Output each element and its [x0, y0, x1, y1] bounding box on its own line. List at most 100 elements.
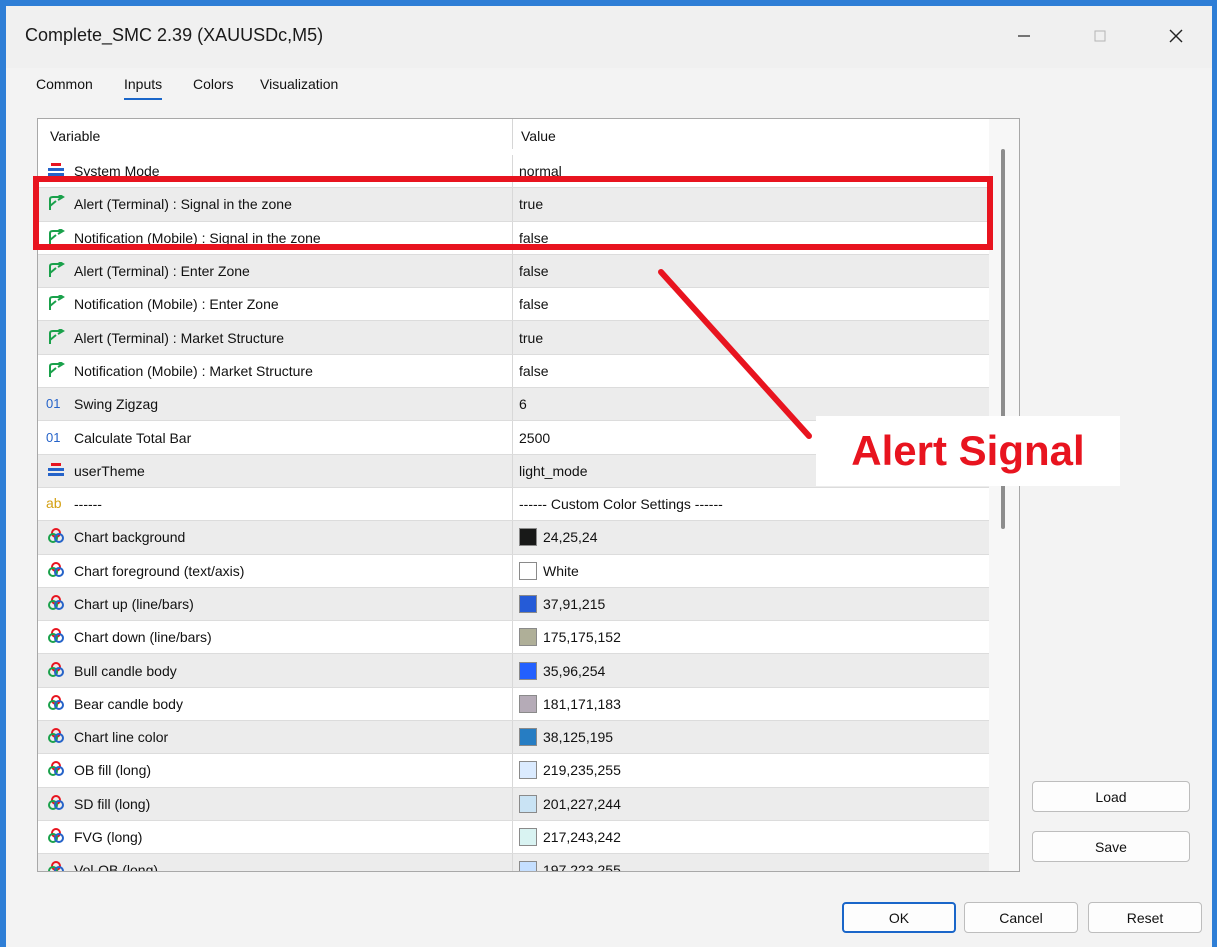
value-text: 181,171,183	[543, 695, 621, 712]
variable-name: Notification (Mobile) : Enter Zone	[74, 296, 279, 313]
value-cell[interactable]: false	[513, 288, 989, 320]
value-cell[interactable]: White	[513, 555, 989, 587]
value-text: 175,175,152	[543, 629, 621, 646]
value-cell[interactable]: 38,125,195	[513, 721, 989, 753]
color-swatch[interactable]	[519, 728, 537, 747]
table-row[interactable]: Chart background 24,25,24	[38, 521, 989, 555]
tab-visualization[interactable]: Visualization	[260, 76, 338, 92]
variable-cell: Chart background	[38, 521, 513, 554]
bool-icon	[46, 360, 66, 380]
color-swatch[interactable]	[519, 861, 537, 871]
color-icon	[46, 861, 66, 871]
value-cell[interactable]: true	[513, 321, 989, 353]
variable-name: Bull candle body	[74, 662, 177, 679]
value-cell[interactable]: 201,227,244	[513, 788, 989, 820]
highlight-box	[33, 176, 993, 250]
value-cell[interactable]: 219,235,255	[513, 754, 989, 786]
grid-rows: System Mode normal Alert (Terminal) : Sign…	[38, 155, 989, 872]
value-text: 6	[519, 396, 527, 413]
table-row[interactable]: Chart foreground (text/axis) White	[38, 554, 989, 588]
variable-cell: Notification (Mobile) : Market Structure	[38, 354, 513, 388]
close-button[interactable]	[1146, 14, 1206, 58]
color-icon	[46, 728, 66, 746]
column-header-variable[interactable]: Variable	[50, 128, 100, 144]
value-text: light_mode	[519, 462, 588, 479]
color-swatch[interactable]	[519, 828, 537, 847]
variable-cell: FVG (long)	[38, 820, 513, 854]
value-cell[interactable]: false	[513, 355, 989, 387]
value-text: 35,96,254	[543, 662, 606, 679]
variable-name: SD fill (long)	[74, 795, 151, 812]
variable-cell: ab ------	[38, 487, 513, 521]
vertical-scrollbar[interactable]	[989, 119, 1019, 871]
save-button[interactable]: Save	[1032, 831, 1190, 862]
table-row[interactable]: Chart line color 38,125,195	[38, 721, 989, 755]
minimize-button[interactable]	[994, 14, 1054, 58]
table-row[interactable]: FVG (long) 217,243,242	[38, 820, 989, 855]
color-swatch[interactable]	[519, 661, 537, 680]
cancel-button[interactable]: Cancel	[964, 902, 1078, 933]
annotation-text: Alert Signal	[851, 427, 1085, 474]
table-row[interactable]: Bull candle body 35,96,254	[38, 654, 989, 688]
color-swatch[interactable]	[519, 761, 537, 780]
value-text: 197,223,255	[543, 862, 621, 872]
value-text: 201,227,244	[543, 795, 621, 812]
variable-name: OB fill (long)	[74, 762, 152, 779]
ok-button[interactable]: OK	[842, 902, 956, 933]
variable-name: Swing Zigzag	[74, 396, 159, 413]
color-swatch[interactable]	[519, 528, 537, 547]
value-cell[interactable]: 35,96,254	[513, 654, 989, 686]
table-row[interactable]: Alert (Terminal) : Market Structure true	[38, 321, 989, 355]
table-row[interactable]: OB fill (long) 219,235,255	[38, 754, 989, 788]
load-button[interactable]: Load	[1032, 781, 1190, 812]
maximize-icon	[1094, 30, 1106, 42]
variable-name: Chart foreground (text/axis)	[74, 562, 245, 579]
color-swatch[interactable]	[519, 595, 537, 613]
table-row[interactable]: Bear candle body 181,171,183	[38, 687, 989, 722]
value-cell[interactable]: 175,175,152	[513, 621, 989, 653]
value-cell[interactable]: 197,223,255	[513, 854, 989, 872]
tab-colors[interactable]: Colors	[193, 76, 233, 92]
value-cell[interactable]: 24,25,24	[513, 521, 989, 553]
reset-button[interactable]: Reset	[1088, 902, 1202, 933]
variable-cell: userTheme	[38, 454, 513, 487]
variable-cell: OB fill (long)	[38, 754, 513, 787]
table-row[interactable]: ab ------ ------ Custom Color Settings ---…	[38, 487, 989, 522]
color-icon	[46, 628, 66, 646]
grid-header: Variable Value	[38, 119, 989, 149]
value-cell[interactable]: 217,243,242	[513, 821, 989, 853]
variable-name: Chart down (line/bars)	[74, 629, 212, 646]
bool-icon	[46, 326, 66, 347]
table-row[interactable]: SD fill (long) 201,227,244	[38, 787, 989, 821]
color-swatch[interactable]	[519, 628, 537, 647]
variable-cell: Bear candle body	[38, 687, 513, 721]
variable-cell: 01 Swing Zigzag	[38, 388, 513, 421]
color-icon	[46, 661, 66, 680]
column-header-value[interactable]: Value	[521, 128, 556, 144]
enum-icon	[46, 462, 66, 479]
table-row[interactable]: Vol-OB (long) 197,223,255	[38, 854, 989, 872]
color-swatch[interactable]	[519, 794, 537, 813]
table-row[interactable]: Notification (Mobile) : Enter Zone false	[38, 288, 989, 322]
variable-cell: Chart foreground (text/axis)	[38, 554, 513, 587]
svg-text:ab: ab	[46, 496, 62, 510]
table-row[interactable]: Chart up (line/bars) 37,91,215	[38, 587, 989, 622]
value-cell[interactable]: false	[513, 255, 989, 287]
table-row[interactable]: Notification (Mobile) : Market Structure…	[38, 354, 989, 389]
value-cell[interactable]: 181,171,183	[513, 688, 989, 720]
value-cell[interactable]: ------ Custom Color Settings ------	[513, 488, 989, 520]
color-swatch[interactable]	[519, 561, 537, 580]
color-swatch[interactable]	[519, 694, 537, 713]
maximize-button[interactable]	[1070, 14, 1130, 58]
window-title: Complete_SMC 2.39 (XAUUSDc,M5)	[25, 25, 324, 45]
value-text: ------ Custom Color Settings ------	[519, 496, 723, 513]
tab-inputs[interactable]: Inputs	[124, 76, 163, 100]
variable-name: Alert (Terminal) : Market Structure	[74, 329, 285, 346]
value-text: 217,243,242	[543, 829, 621, 846]
tab-common[interactable]: Common	[36, 76, 93, 92]
table-row[interactable]: Chart down (line/bars) 175,175,152	[38, 621, 989, 655]
table-row[interactable]: Alert (Terminal) : Enter Zone false	[38, 254, 989, 289]
svg-text:01: 01	[46, 430, 60, 444]
minimize-icon	[1018, 35, 1030, 37]
value-cell[interactable]: 37,91,215	[513, 588, 989, 620]
